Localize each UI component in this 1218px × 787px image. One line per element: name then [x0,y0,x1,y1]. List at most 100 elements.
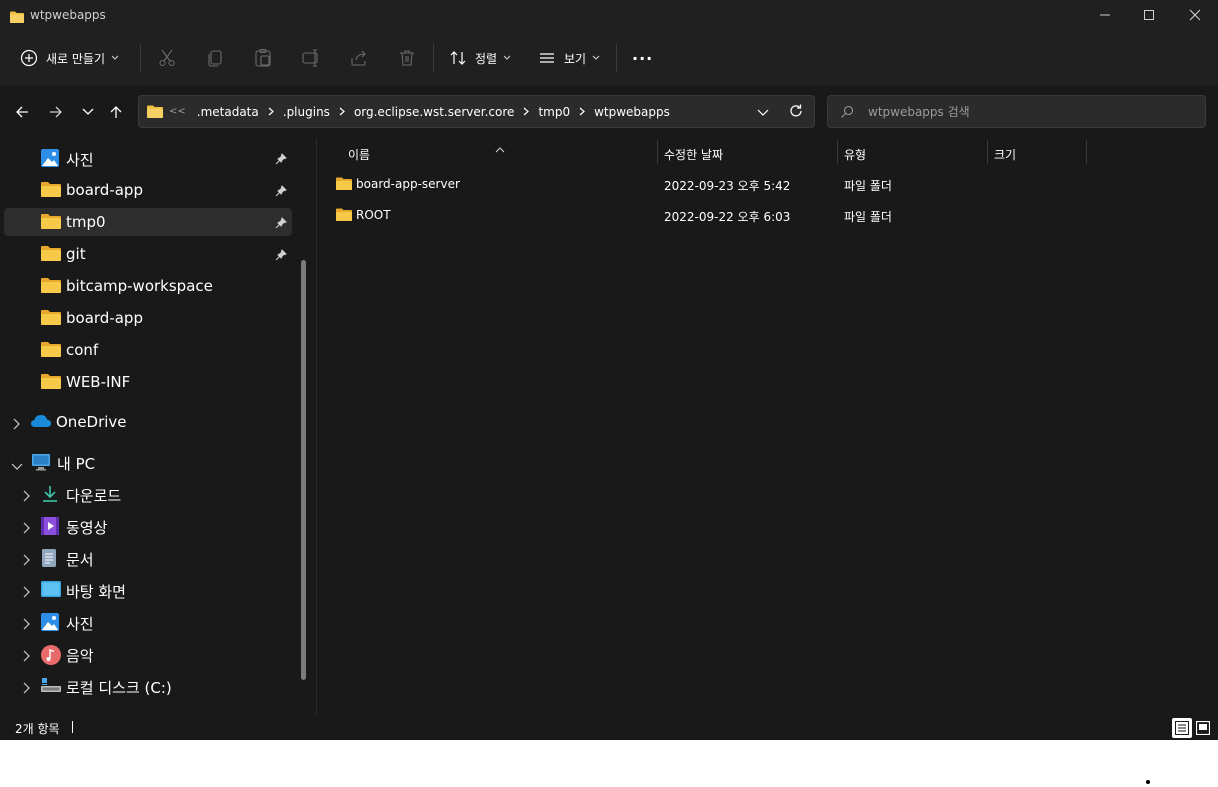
sidebar-item-downloads[interactable]: 다운로드 [4,480,292,508]
column-divider[interactable] [837,140,838,164]
sidebar-item-bitcamp-workspace[interactable]: bitcamp-workspace [4,272,292,300]
chevron-right-icon[interactable] [22,648,30,666]
delete-button[interactable] [397,42,417,74]
command-bar: 새로 만들기 정렬 보기 ··· [0,30,1218,86]
column-divider[interactable] [987,140,988,164]
sidebar-item-label: tmp0 [66,213,106,231]
chevron-down-icon[interactable] [11,457,23,475]
details-view-button[interactable] [1172,718,1192,738]
search-box[interactable] [827,95,1206,128]
rename-button[interactable] [301,42,321,74]
chevron-right-icon[interactable] [22,488,30,506]
sidebar-item-git-pinned[interactable]: git [4,240,292,268]
back-button[interactable] [9,98,35,126]
minimize-icon [1100,14,1110,16]
sidebar-scrollbar[interactable] [301,260,306,680]
status-divider [72,721,73,733]
up-button[interactable] [103,98,129,126]
search-input[interactable] [868,96,1188,127]
copy-button[interactable] [205,42,225,74]
sidebar-item-label: board-app [66,181,143,199]
sidebar-item-local-disk[interactable]: 로컬 디스크 (C:) [4,672,292,700]
sort-button-label: 정렬 [475,51,498,66]
plus-circle-icon [20,49,38,67]
chevron-down-icon [111,55,119,60]
navigation-row: << .metadata .plugins org.eclipse.wst.se… [0,86,1218,138]
recent-locations-button[interactable] [75,98,101,126]
chevron-right-icon[interactable] [262,107,280,116]
file-explorer-window: wtpwebapps 새로 만들기 정렬 보기 ··· << .metadata… [0,0,1218,740]
pane-divider[interactable] [316,138,317,716]
toolbar-divider [616,44,617,72]
file-date: 2022-09-23 오후 5:42 [664,179,791,193]
chevron-right-icon[interactable] [573,107,591,116]
column-header-type[interactable]: 유형 [844,142,866,166]
chevron-right-icon[interactable] [22,584,30,602]
new-button[interactable]: 새로 만들기 [20,42,119,74]
forward-button[interactable] [43,98,69,126]
chevron-right-icon[interactable] [22,552,30,570]
sidebar-item-desktop[interactable]: 바탕 화면 [4,576,292,604]
breadcrumb-wtpwebapps[interactable]: wtpwebapps [591,105,673,119]
breadcrumb-tmp0[interactable]: tmp0 [535,105,573,119]
pin-icon [275,183,287,201]
thumbnail-view-button[interactable] [1193,718,1213,738]
close-button[interactable] [1172,0,1218,30]
sidebar-item-documents[interactable]: 문서 [4,544,292,572]
sidebar-item-this-pc[interactable]: 내 PC [4,448,292,476]
scissors-icon [159,49,175,67]
sidebar-item-tmp0-pinned[interactable]: tmp0 [4,208,292,236]
sidebar-item-board-app[interactable]: board-app [4,304,292,332]
chevron-right-icon[interactable] [12,416,20,434]
folder-icon [10,8,24,27]
sidebar-item-music[interactable]: 음악 [4,640,292,668]
sidebar-item-web-inf[interactable]: WEB-INF [4,368,292,396]
paste-button[interactable] [253,42,273,74]
sidebar-item-label: WEB-INF [66,373,131,391]
view-button[interactable]: 보기 [538,42,600,74]
sidebar-item-label: 사진 [66,615,94,633]
share-button[interactable] [349,42,369,74]
column-header-size[interactable]: 크기 [994,142,1016,166]
chevron-down-icon [82,108,94,115]
sort-button[interactable]: 정렬 [449,42,511,74]
column-divider[interactable] [1086,140,1087,164]
file-row[interactable]: ROOT 2022-09-22 오후 6:03 파일 폴더 [330,201,1210,229]
address-bar[interactable]: << .metadata .plugins org.eclipse.wst.se… [138,95,815,128]
desktop-icon [41,581,61,599]
chevron-right-icon[interactable] [22,520,30,538]
file-row[interactable]: board-app-server 2022-09-23 오후 5:42 파일 폴… [330,170,1210,198]
minimize-button[interactable] [1082,0,1128,30]
column-divider[interactable] [657,140,658,164]
sidebar-item-pictures-pinned[interactable]: 사진 [4,144,292,172]
chevron-right-icon[interactable] [22,680,30,698]
title-bar[interactable]: wtpwebapps [0,0,1218,30]
column-header-date[interactable]: 수정한 날짜 [664,142,723,166]
chevron-right-icon[interactable] [517,107,535,116]
breadcrumb-plugins[interactable]: .plugins [280,105,333,119]
search-icon [840,104,854,123]
sidebar-item-onedrive[interactable]: OneDrive [4,408,292,436]
breadcrumb-overflow[interactable]: << [169,106,186,117]
address-history-button[interactable] [757,104,769,123]
more-options-button[interactable]: ··· [632,42,653,74]
sidebar-item-videos[interactable]: 동영상 [4,512,292,540]
sidebar-item-board-app-pinned[interactable]: board-app [4,176,292,204]
breadcrumb-server-core[interactable]: org.eclipse.wst.server.core [351,105,518,119]
refresh-button[interactable] [787,102,805,124]
sidebar-item-conf[interactable]: conf [4,336,292,364]
details-view-icon [1175,721,1189,735]
sidebar-item-pictures[interactable]: 사진 [4,608,292,636]
file-type: 파일 폴더 [844,210,892,224]
column-header-name[interactable]: 이름 [348,142,370,166]
refresh-icon [790,104,802,117]
chevron-right-icon[interactable] [22,616,30,634]
maximize-icon [1144,10,1154,20]
cut-button[interactable] [157,42,177,74]
sort-icon [450,51,466,65]
breadcrumb-metadata[interactable]: .metadata [194,105,262,119]
chevron-right-icon[interactable] [333,107,351,116]
file-type: 파일 폴더 [844,179,892,193]
maximize-button[interactable] [1126,0,1172,30]
arrow-up-icon [110,106,122,118]
